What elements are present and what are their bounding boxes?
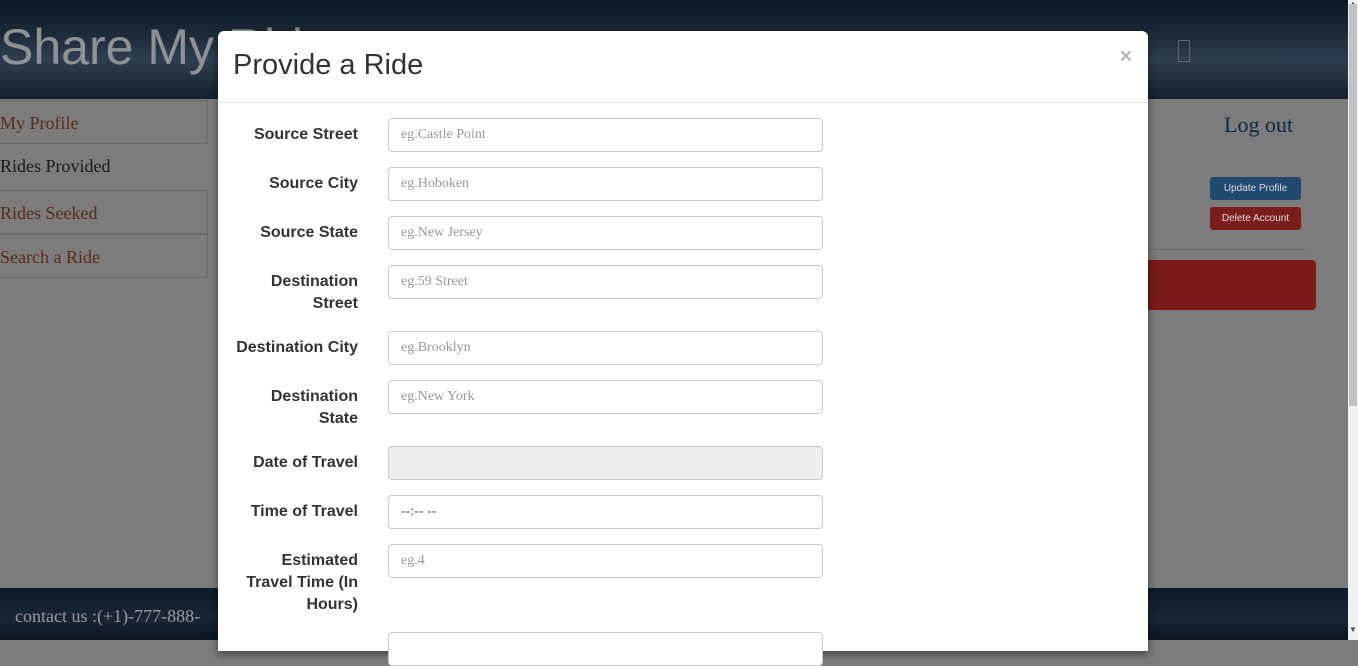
source-street-label: Source Street (253, 126, 358, 143)
scroll-thumb[interactable] (1349, 4, 1357, 406)
source-street-input[interactable] (388, 118, 823, 152)
sidebar-item-rides-provided[interactable]: Rides Provided (0, 144, 208, 190)
sidebar-item-my-profile[interactable]: My Profile (0, 100, 208, 144)
time-of-travel-label: Time of Travel (250, 503, 358, 520)
sidebar-item-rides-seeked[interactable]: Rides Seeked (0, 190, 208, 234)
delete-account-button[interactable]: Delete Account (1210, 207, 1301, 230)
alert-bar (1148, 260, 1316, 310)
destination-state-label: Destination State (270, 388, 358, 427)
logout-link[interactable]: Log out (1224, 112, 1293, 138)
destination-city-input[interactable] (388, 331, 823, 365)
page-scrollbar[interactable]: ▲ ▼ (1348, 0, 1358, 640)
date-of-travel-label: Date of Travel (253, 454, 358, 471)
estimated-travel-time-label: Estimated Travel Time (In Hours) (246, 552, 358, 613)
sidebar-item-search-a-ride[interactable]: Search a Ride (0, 234, 208, 278)
destination-street-input[interactable] (388, 265, 823, 299)
update-profile-button[interactable]: Update Profile (1210, 177, 1301, 200)
scroll-down-icon[interactable]: ▼ (1349, 626, 1357, 634)
close-icon[interactable]: × (1120, 45, 1132, 69)
date-of-travel-input[interactable] (388, 446, 823, 480)
divider (1148, 249, 1305, 250)
sidebar: My Profile Rides Provided Rides Seeked S… (0, 100, 208, 278)
modal-header: Provide a Ride × (218, 31, 1148, 103)
small-widget-icon (1178, 40, 1190, 62)
time-of-travel-input[interactable] (388, 495, 823, 529)
destination-city-label: Destination City (236, 339, 358, 356)
source-city-label: Source City (269, 175, 358, 192)
destination-street-label: Destination Street (270, 273, 358, 312)
destination-state-input[interactable] (388, 380, 823, 414)
estimated-travel-time-input[interactable] (388, 544, 823, 578)
source-state-input[interactable] (388, 216, 823, 250)
next-field-input[interactable] (388, 632, 823, 666)
provide-ride-modal: Provide a Ride × Source Street Source Ci… (218, 31, 1148, 666)
source-city-input[interactable] (388, 167, 823, 201)
modal-title: Provide a Ride (233, 49, 424, 81)
source-state-label: Source State (260, 224, 358, 241)
contact-text: contact us :(+1)-777-888- (15, 606, 201, 626)
